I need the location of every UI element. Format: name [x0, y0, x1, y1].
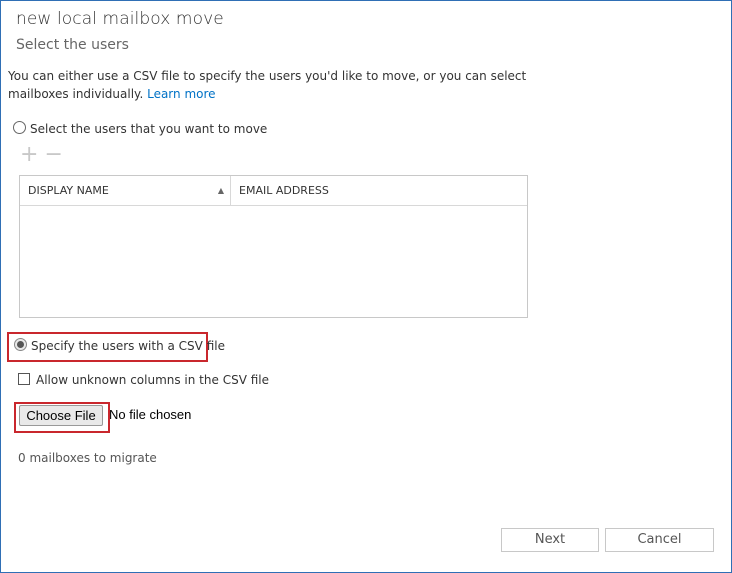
- select-users-option[interactable]: Select the users that you want to move: [13, 121, 267, 136]
- description-text: You can either use a CSV file to specify…: [8, 69, 527, 101]
- column-header-display-name[interactable]: DISPLAY NAME ▲: [20, 176, 231, 205]
- users-table: DISPLAY NAME ▲ EMAIL ADDRESS: [19, 175, 528, 318]
- sort-ascending-icon: ▲: [217, 186, 224, 195]
- select-users-label: Select the users that you want to move: [30, 122, 268, 136]
- allow-unknown-columns-option[interactable]: Allow unknown columns in the CSV file: [18, 373, 269, 387]
- allow-unknown-columns-checkbox[interactable]: [18, 373, 30, 385]
- dialog-title: new local mailbox move: [16, 9, 224, 29]
- description: You can either use a CSV file to specify…: [8, 67, 528, 103]
- learn-more-link[interactable]: Learn more: [147, 87, 215, 101]
- choose-file-button[interactable]: Choose File: [19, 405, 103, 426]
- no-file-chosen-text: No file chosen: [109, 407, 192, 422]
- mailbox-count: 0 mailboxes to migrate: [18, 451, 157, 465]
- dialog-subtitle: Select the users: [16, 37, 129, 53]
- column-header-label: DISPLAY NAME: [28, 184, 109, 197]
- add-remove-toolbar: + −: [20, 144, 69, 166]
- csv-option[interactable]: Specify the users with a CSV file: [14, 338, 225, 353]
- table-header: DISPLAY NAME ▲ EMAIL ADDRESS: [20, 176, 527, 206]
- csv-option-label: Specify the users with a CSV file: [31, 339, 225, 353]
- select-users-radio[interactable]: [13, 121, 26, 134]
- csv-radio[interactable]: [14, 338, 27, 351]
- next-button[interactable]: Next: [501, 528, 599, 552]
- allow-unknown-columns-label: Allow unknown columns in the CSV file: [36, 373, 269, 387]
- column-header-email-address[interactable]: EMAIL ADDRESS: [231, 176, 329, 205]
- column-header-label: EMAIL ADDRESS: [239, 184, 329, 197]
- minus-icon[interactable]: −: [44, 144, 62, 166]
- cancel-button[interactable]: Cancel: [605, 528, 714, 552]
- plus-icon[interactable]: +: [20, 144, 38, 166]
